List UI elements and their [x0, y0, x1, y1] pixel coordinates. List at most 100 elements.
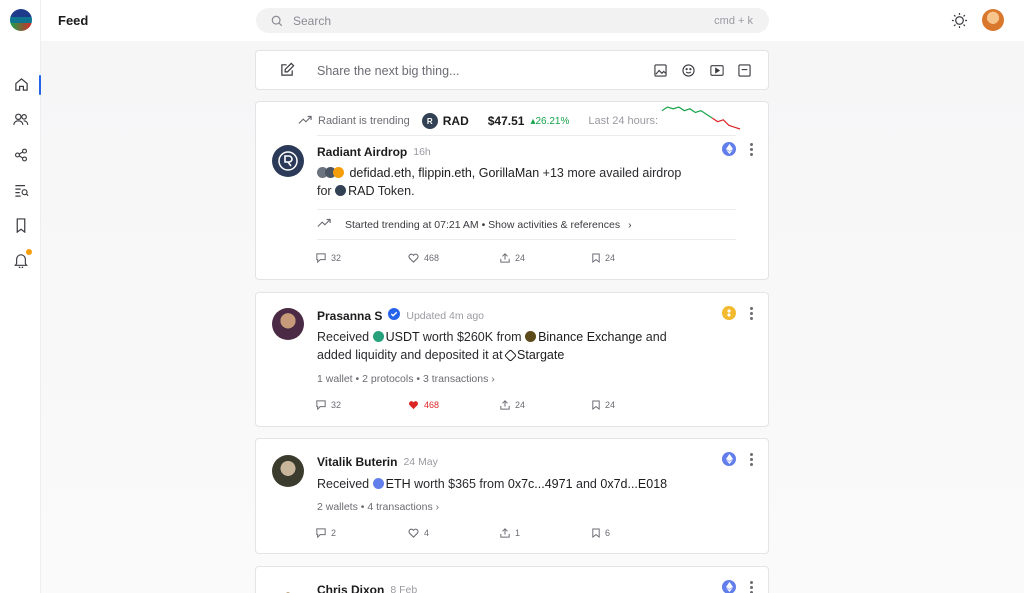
received-text: Received: [317, 477, 370, 491]
poll-icon[interactable]: [737, 63, 752, 78]
topbar: Feed Search cmd + k: [41, 0, 1024, 41]
dixon-avatar[interactable]: [272, 583, 304, 593]
rad-mini-icon: [335, 185, 347, 196]
post-menu-button[interactable]: [748, 453, 754, 466]
meta-text[interactable]: 1 wallet • 2 protocols • 3 transactions: [317, 373, 488, 385]
asset-link[interactable]: ETH: [386, 477, 411, 491]
comment-button[interactable]: 32: [316, 400, 408, 410]
comment-button[interactable]: 32: [316, 253, 408, 263]
composer-tools: [653, 63, 752, 78]
image-icon[interactable]: [653, 63, 668, 78]
author-name[interactable]: Radiant Airdrop: [317, 145, 407, 159]
amount-text: worth $260K from: [422, 330, 522, 344]
like-count: 4: [424, 528, 430, 538]
trending-up-icon: [317, 218, 331, 231]
post-composer[interactable]: Share the next big thing...: [255, 50, 769, 90]
user-avatar[interactable]: [982, 9, 1004, 31]
emoji-icon[interactable]: [681, 63, 696, 78]
post-card-dixon[interactable]: Chris Dixon 8 Feb: [255, 566, 769, 593]
ethereum-chain-icon: [722, 452, 736, 466]
bookmark-icon: [592, 528, 600, 538]
comment-count: 2: [331, 528, 337, 538]
ethereum-chain-icon: [722, 142, 736, 156]
share-button[interactable]: 1: [500, 528, 592, 538]
account-list[interactable]: defidad.eth, flippin.eth, GorillaMan: [349, 166, 539, 180]
like-button[interactable]: 4: [408, 528, 500, 538]
save-button[interactable]: 6: [592, 528, 684, 538]
trending-label: Radiant is trending: [318, 115, 410, 127]
post-time: 24 May: [403, 456, 438, 468]
post-meta[interactable]: 1 wallet • 2 protocols • 3 transactions …: [317, 373, 495, 385]
compose-pencil-icon: [280, 62, 295, 82]
home-icon[interactable]: [12, 75, 30, 93]
trending-note-text[interactable]: Started trending at 07:21 AM • Show acti…: [345, 219, 620, 231]
post-author[interactable]: Radiant Airdrop 16h: [317, 145, 431, 159]
save-button[interactable]: 24: [592, 400, 684, 410]
post-meta[interactable]: 2 wallets • 4 transactions ›: [317, 501, 439, 513]
post-menu-button[interactable]: [748, 307, 754, 320]
heart-icon: [408, 528, 419, 538]
app-logo[interactable]: [10, 9, 32, 31]
save-button[interactable]: 24: [592, 253, 684, 263]
from-address-link[interactable]: 0x7c...4971: [508, 477, 573, 491]
composer-placeholder[interactable]: Share the next big thing...: [317, 64, 459, 78]
post-card-prasanna[interactable]: Prasanna S Updated 4m ago Received USDT …: [255, 292, 769, 427]
meta-text[interactable]: 2 wallets • 4 transactions: [317, 501, 433, 513]
prasanna-avatar[interactable]: [272, 308, 304, 340]
notifications-bell-icon[interactable]: [12, 249, 32, 269]
share-network-icon[interactable]: [12, 146, 30, 164]
share-button[interactable]: 24: [500, 253, 592, 263]
eth-icon: [372, 478, 384, 489]
post-card-vitalik[interactable]: Vitalik Buterin 24 May Received ETH wort…: [255, 438, 769, 554]
bookmark-icon: [592, 253, 600, 263]
share-button[interactable]: 24: [500, 400, 592, 410]
radiant-avatar[interactable]: [272, 145, 304, 177]
usdt-icon: [372, 331, 384, 342]
like-button[interactable]: 468: [408, 400, 500, 410]
post-body: defidad.eth, flippin.eth, GorillaMan +13…: [317, 164, 697, 200]
comment-icon: [316, 253, 326, 263]
like-button[interactable]: 468: [408, 253, 500, 263]
post-menu-button[interactable]: [748, 581, 754, 593]
comment-button[interactable]: 2: [316, 528, 408, 538]
binance-icon: [525, 331, 537, 342]
post-time: 16h: [413, 146, 431, 158]
author-name[interactable]: Vitalik Buterin: [317, 455, 397, 469]
for-text: for: [317, 184, 332, 198]
bookmark-icon: [592, 400, 600, 410]
video-icon[interactable]: [709, 63, 724, 78]
to-address-link[interactable]: 0x7d...E018: [600, 477, 667, 491]
trending-change: ▴26.21%: [530, 115, 570, 127]
trending-note[interactable]: Started trending at 07:21 AM • Show acti…: [317, 218, 632, 231]
asset-link[interactable]: USDT: [386, 330, 420, 344]
post-menu-button[interactable]: [748, 143, 754, 156]
theme-toggle-sun-icon[interactable]: [951, 12, 968, 34]
bookmark-icon[interactable]: [12, 216, 30, 234]
search-placeholder: Search: [293, 14, 332, 28]
post-author[interactable]: Prasanna S Updated 4m ago: [317, 308, 484, 323]
search-icon: [271, 14, 283, 32]
users-icon[interactable]: [12, 110, 30, 128]
share-icon: [500, 253, 510, 263]
author-name[interactable]: Prasanna S: [317, 309, 382, 323]
vitalik-avatar[interactable]: [272, 455, 304, 487]
post-card-radiant[interactable]: Radiant is trending R RAD $47.51 ▴26.21%…: [255, 101, 769, 280]
dest-link[interactable]: Stargate: [517, 348, 564, 362]
post-author[interactable]: Vitalik Buterin 24 May: [317, 455, 438, 469]
rad-token-icon: R: [421, 113, 438, 129]
and-text: and: [645, 330, 667, 344]
share-count: 24: [515, 253, 526, 263]
list-search-icon[interactable]: [12, 181, 30, 199]
token-link[interactable]: RAD: [348, 184, 374, 198]
sidebar: [0, 0, 41, 593]
source-link[interactable]: Binance Exchange: [538, 330, 642, 344]
trending-change-value: 26.21%: [535, 115, 570, 127]
divider: [317, 239, 736, 240]
post-time: 8 Feb: [390, 584, 418, 593]
post-actions: 32 468 24 24: [316, 253, 684, 263]
author-name[interactable]: Chris Dixon: [317, 583, 384, 593]
search-shortcut-hint: cmd + k: [714, 15, 753, 27]
search-input[interactable]: Search cmd + k: [256, 8, 769, 33]
post-author[interactable]: Chris Dixon 8 Feb: [317, 583, 417, 593]
heart-filled-icon: [408, 401, 419, 410]
